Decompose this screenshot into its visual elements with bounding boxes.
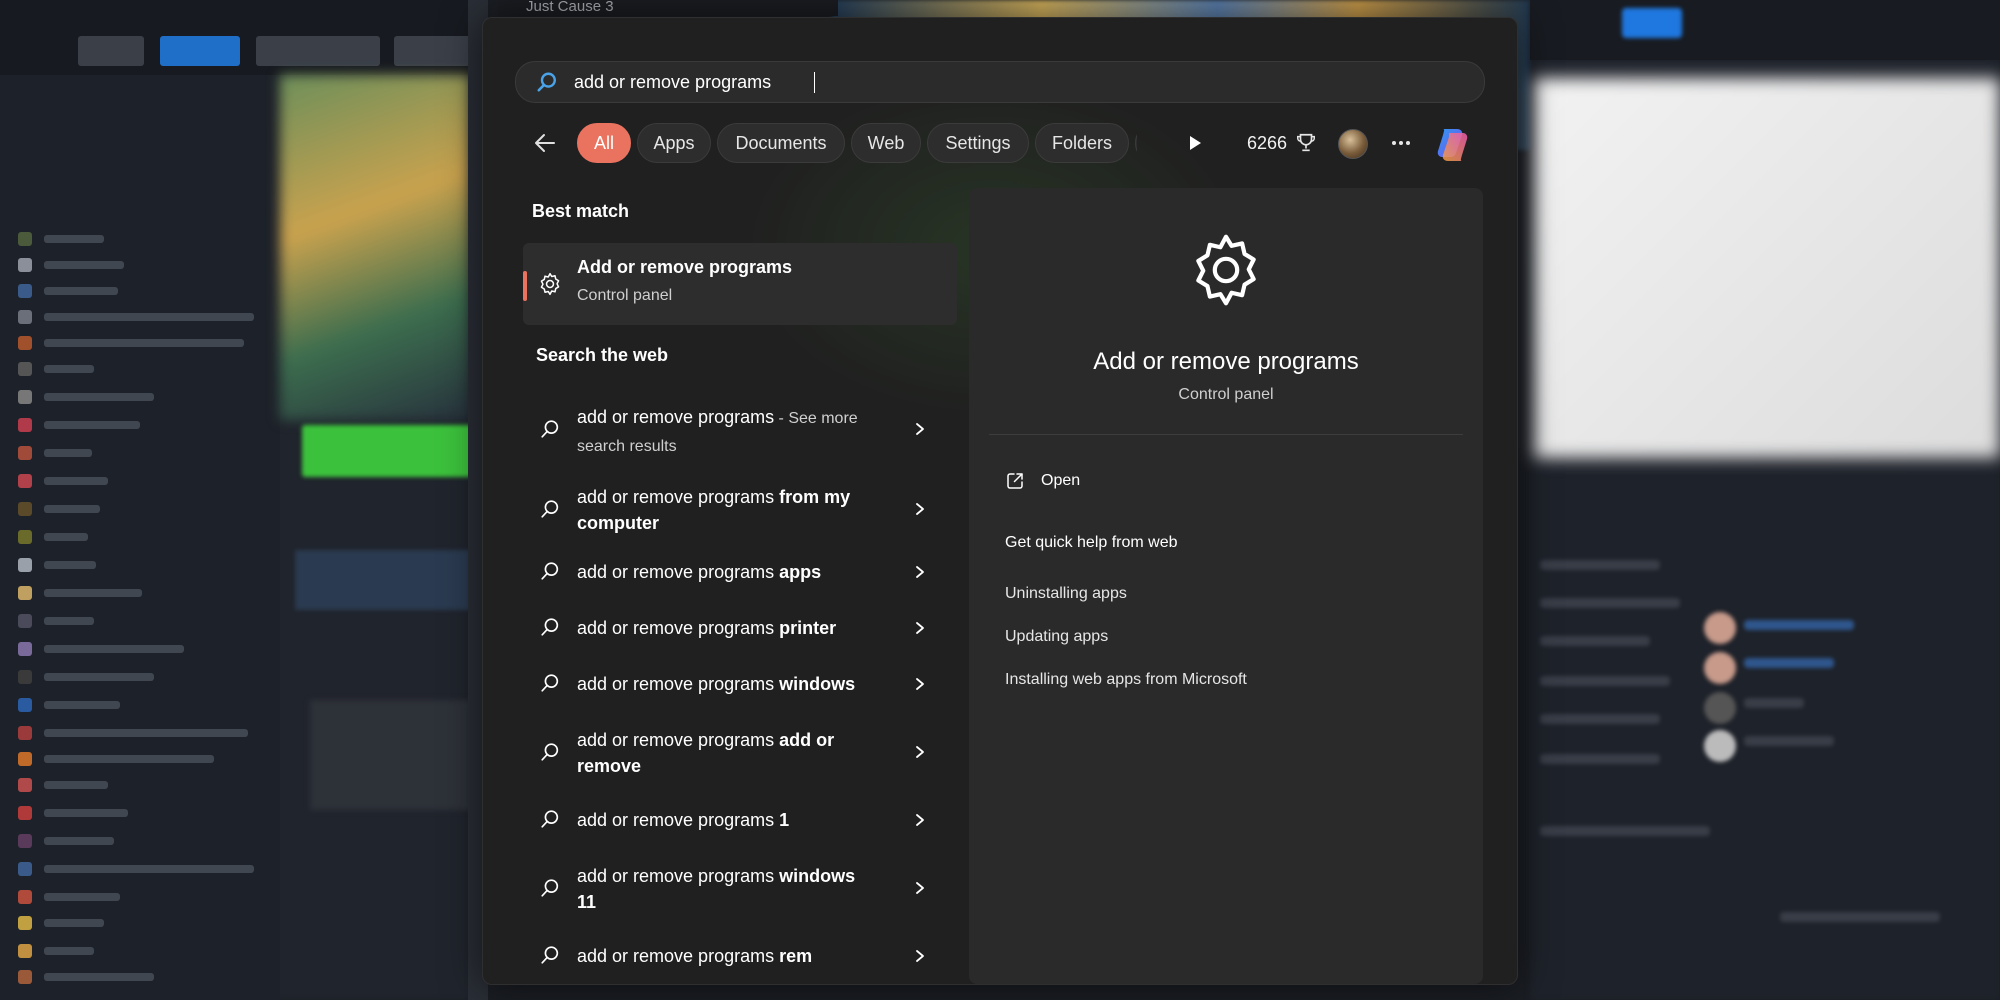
- steam-nav-profile: [394, 36, 470, 66]
- preview-subtitle: Control panel: [1178, 386, 1274, 403]
- steam-achievements-card: [310, 700, 470, 810]
- web-result-suggestion: 1: [779, 810, 790, 830]
- back-button[interactable]: [529, 127, 561, 159]
- web-result-query: add or remove programs: [577, 674, 780, 694]
- preview-divider: [989, 434, 1463, 435]
- search-icon: [541, 879, 559, 897]
- chevron-right-icon: [916, 882, 924, 894]
- search-icon: [537, 72, 556, 92]
- chip-folders[interactable]: Folders: [1035, 123, 1129, 163]
- steam-game-hero-art: [280, 75, 470, 420]
- help-link[interactable]: Installing web apps from Microsoft: [1005, 671, 1247, 689]
- steam-nav-store: [78, 36, 144, 66]
- chip-partial[interactable]: P: [1135, 123, 1137, 163]
- chip-settings[interactable]: Settings: [927, 123, 1029, 163]
- chip-web[interactable]: Web: [851, 123, 921, 163]
- chevron-right-icon: [916, 950, 924, 962]
- filter-bar: All Apps Documents Web Settings Folders …: [483, 121, 1517, 165]
- web-result-query: add or remove programs: [577, 866, 780, 886]
- web-result-item[interactable]: add or remove programs - See more search…: [523, 404, 957, 468]
- more-filters-button[interactable]: [1179, 127, 1211, 159]
- chevron-right-icon: [916, 678, 924, 690]
- web-result-suggestion: rem: [779, 946, 813, 966]
- chip-apps[interactable]: Apps: [637, 123, 711, 163]
- account-avatar[interactable]: [1338, 129, 1368, 159]
- web-result-item[interactable]: add or remove programs add or remove: [523, 727, 957, 791]
- chevron-right-icon: [916, 622, 924, 634]
- search-icon: [541, 500, 559, 518]
- steam-window-title: Just Cause 3: [526, 0, 614, 15]
- filter-chips: All Apps Documents Web Settings Folders …: [577, 123, 1137, 163]
- best-match-title: Add or remove programs: [577, 257, 793, 277]
- search-icon: [541, 743, 559, 761]
- best-match-result[interactable]: Add or remove programs Control panel: [523, 243, 957, 325]
- result-preview-pane: Add or remove programs Control panel Ope…: [969, 188, 1483, 984]
- web-result-query: add or remove programs: [577, 946, 780, 966]
- web-result-suggestion: apps: [779, 562, 822, 582]
- preview-title: Add or remove programs: [1093, 348, 1359, 375]
- web-result-query: add or remove programs: [577, 618, 780, 638]
- search-web-heading: Search the web: [536, 345, 669, 365]
- web-result-query: add or remove programs: [577, 407, 775, 427]
- open-external-icon: [1007, 473, 1023, 489]
- open-action[interactable]: Open: [1005, 468, 1080, 494]
- steam-play-button: [302, 425, 472, 477]
- open-label: Open: [1041, 472, 1081, 489]
- web-result-query: add or remove programs: [577, 730, 780, 750]
- help-link[interactable]: Uninstalling apps: [1005, 585, 1127, 603]
- search-icon: [541, 562, 559, 580]
- rewards-points[interactable]: 6266: [1247, 131, 1317, 155]
- web-result-item[interactable]: add or remove programs windows: [523, 671, 957, 711]
- steam-window-titlebar: Just Cause 3: [498, 0, 838, 16]
- search-icon: [541, 420, 559, 438]
- gear-icon: [1196, 234, 1256, 306]
- steam-right-white-panel: [1534, 78, 2000, 458]
- trophy-icon: [1297, 133, 1316, 152]
- search-icon: [541, 810, 559, 828]
- steam-blue-button: [1622, 8, 1682, 38]
- steam-nav-library: [160, 36, 240, 66]
- web-result-query: add or remove programs: [577, 562, 780, 582]
- rewards-points-value: 6266: [1247, 132, 1288, 153]
- web-result-item[interactable]: add or remove programs windows 11: [523, 863, 957, 927]
- copilot-icon[interactable]: [1433, 123, 1473, 163]
- best-match-subtitle: Control panel: [577, 287, 673, 304]
- windows-search-flyout: All Apps Documents Web Settings Folders …: [482, 17, 1518, 985]
- selection-accent: [523, 271, 527, 301]
- web-result-item[interactable]: add or remove programs apps: [523, 559, 957, 599]
- help-link[interactable]: Updating apps: [1005, 628, 1108, 646]
- gear-icon: [540, 272, 560, 296]
- web-result-suggestion: windows: [779, 674, 856, 694]
- web-result-item[interactable]: add or remove programs 1: [523, 807, 957, 847]
- more-options-button[interactable]: [1383, 127, 1419, 159]
- web-result-query: add or remove programs: [577, 810, 780, 830]
- web-result-suggestion: printer: [779, 618, 837, 638]
- web-result-item[interactable]: add or remove programs rem: [523, 943, 957, 983]
- arrow-left-icon: [535, 134, 555, 152]
- steam-nav-community: [256, 36, 380, 66]
- search-icon: [541, 946, 559, 964]
- chip-documents[interactable]: Documents: [717, 123, 845, 163]
- chevron-right-icon: [916, 566, 924, 578]
- search-icon: [541, 618, 559, 636]
- chevron-right-icon: [916, 423, 924, 435]
- chevron-right-icon: [916, 814, 924, 826]
- web-result-item[interactable]: add or remove programs from my computer: [523, 484, 957, 548]
- chevron-right-icon: [916, 746, 924, 758]
- best-match-heading: Best match: [532, 201, 630, 221]
- steam-info-panel: [295, 550, 470, 610]
- chip-all[interactable]: All: [577, 123, 631, 163]
- search-input[interactable]: [574, 62, 1454, 102]
- play-arrow-icon: [1190, 136, 1201, 150]
- web-result-item[interactable]: add or remove programs printer: [523, 615, 957, 655]
- web-result-query: add or remove programs: [577, 487, 780, 507]
- chevron-right-icon: [916, 503, 924, 515]
- search-box[interactable]: [515, 61, 1485, 103]
- search-icon: [541, 674, 559, 692]
- steam-right-topbar: [1530, 0, 2000, 60]
- quick-help-heading: Get quick help from web: [1005, 534, 1178, 551]
- ellipsis-icon: [1392, 141, 1410, 145]
- text-caret: [814, 72, 815, 93]
